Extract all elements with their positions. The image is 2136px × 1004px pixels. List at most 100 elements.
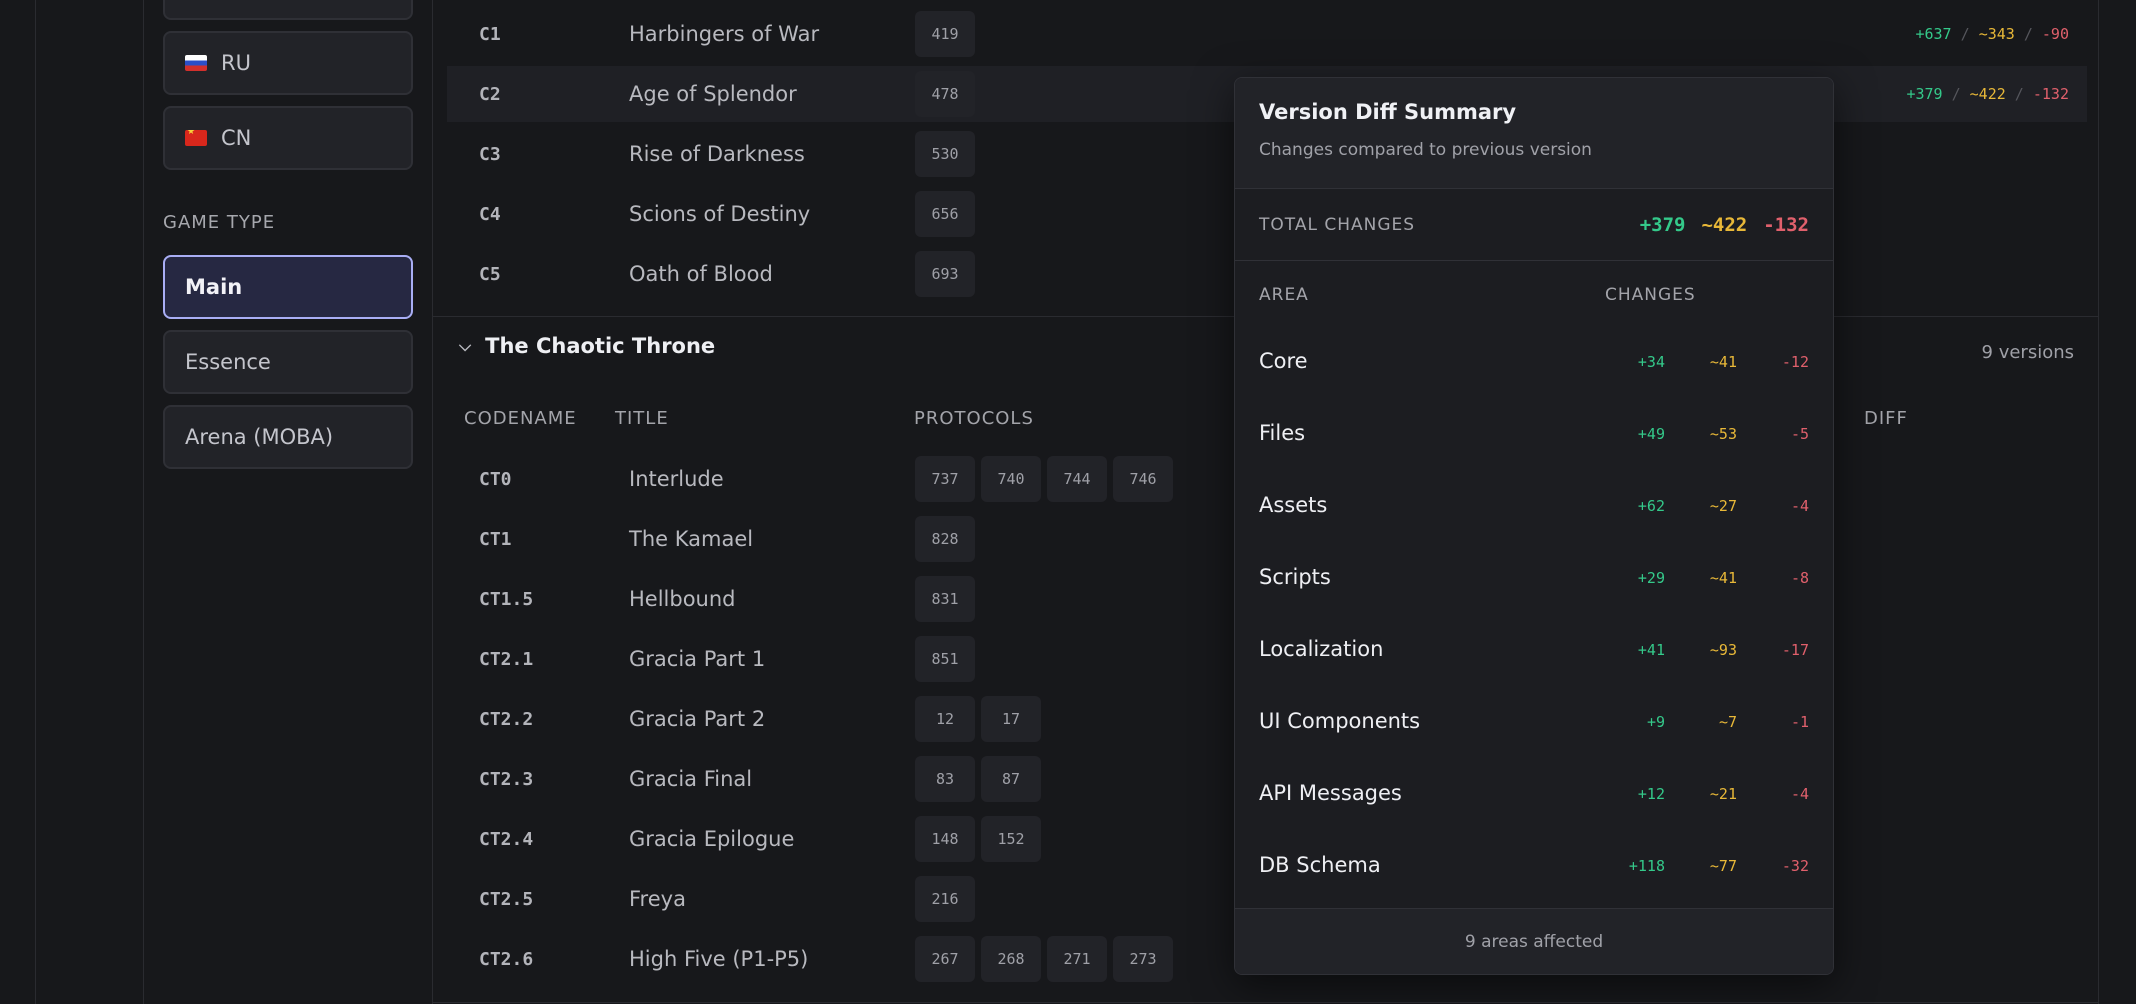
area-name: Scripts (1259, 565, 1331, 589)
protocol-badge[interactable]: 746 (1113, 456, 1173, 502)
protocol-badge[interactable]: 656 (915, 191, 975, 237)
area-changes: +34 ~41 -12 (1593, 353, 1809, 371)
protocol-badge[interactable]: 740 (981, 456, 1041, 502)
protocol-list: 216 (915, 876, 975, 922)
protocol-list: 831 (915, 576, 975, 622)
protocol-badge[interactable]: 17 (981, 696, 1041, 742)
version-codename: CT2.2 (479, 708, 534, 730)
area-column-header: AREA (1259, 285, 1309, 305)
region-button-ru[interactable]: RU (163, 31, 413, 95)
version-row[interactable]: C1 Harbingers of War 419 +637 / ~343 / -90 (447, 6, 2087, 62)
protocol-badge[interactable]: 12 (915, 696, 975, 742)
game-type-essence-button[interactable]: Essence (163, 330, 413, 394)
game-type-arena-button[interactable]: Arena (MOBA) (163, 405, 413, 469)
diff-removed: -132 (2032, 85, 2069, 103)
protocol-badge[interactable]: 478 (915, 71, 975, 117)
area-removed: -5 (1790, 425, 1809, 443)
version-codename: C2 (479, 83, 501, 105)
region-button-partial[interactable] (163, 0, 413, 20)
area-name: API Messages (1259, 781, 1402, 805)
protocol-badge[interactable]: 851 (915, 636, 975, 682)
area-name: DB Schema (1259, 853, 1381, 877)
total-modified: ~422 (1701, 213, 1748, 236)
game-type-main-button[interactable]: Main (163, 255, 413, 319)
popover-subtitle: Changes compared to previous version (1259, 140, 1592, 160)
area-added: +12 (1637, 785, 1665, 803)
protocol-badge[interactable]: 267 (915, 936, 975, 982)
version-title: Oath of Blood (629, 262, 773, 286)
area-removed: -12 (1781, 353, 1809, 371)
protocol-badge[interactable]: 530 (915, 131, 975, 177)
area-row: Files +49 ~53 -5 (1235, 399, 1833, 471)
area-row: API Messages +12 ~21 -4 (1235, 759, 1833, 831)
version-title: Gracia Epilogue (629, 827, 795, 851)
protocol-badge[interactable]: 693 (915, 251, 975, 297)
version-title: Hellbound (629, 587, 736, 611)
protocol-badge[interactable]: 148 (915, 816, 975, 862)
protocol-badge[interactable]: 87 (981, 756, 1041, 802)
sidebar: RU CN GAME TYPE Main Essence Arena (MOBA… (143, 0, 433, 1004)
protocol-list: 693 (915, 251, 975, 297)
area-name: UI Components (1259, 709, 1421, 733)
area-modified: ~41 (1709, 353, 1737, 371)
protocol-badge[interactable]: 273 (1113, 936, 1173, 982)
protocol-badge[interactable]: 831 (915, 576, 975, 622)
area-added: +9 (1646, 713, 1665, 731)
protocol-list: 478 (915, 71, 975, 117)
area-table-header: AREA CHANGES (1235, 261, 1833, 327)
version-title: Freya (629, 887, 686, 911)
group-title: The Chaotic Throne (485, 334, 716, 358)
column-header-protocols: PROTOCOLS (914, 408, 1034, 429)
area-name: Assets (1259, 493, 1328, 517)
version-title: High Five (P1-P5) (629, 947, 809, 971)
row-diff-summary[interactable]: +379 / ~422 / -132 (1906, 85, 2069, 103)
protocol-badge[interactable]: 828 (915, 516, 975, 562)
version-title: Gracia Final (629, 767, 753, 791)
row-diff-summary[interactable]: +637 / ~343 / -90 (1915, 25, 2069, 43)
protocol-list: 828 (915, 516, 975, 562)
area-row: Scripts +29 ~41 -8 (1235, 543, 1833, 615)
version-title: Gracia Part 2 (629, 707, 766, 731)
area-added: +41 (1637, 641, 1665, 659)
protocol-list: 530 (915, 131, 975, 177)
area-removed: -4 (1790, 497, 1809, 515)
version-diff-popover: Version Diff Summary Changes compared to… (1234, 77, 1834, 975)
version-title: Harbingers of War (629, 22, 820, 46)
diff-added: +637 (1915, 25, 1952, 43)
total-changes-values: +379 ~422 -132 (1640, 214, 1809, 236)
total-added: +379 (1639, 213, 1686, 236)
area-added: +34 (1637, 353, 1665, 371)
group-toggle[interactable]: ⌵ The Chaotic Throne (459, 334, 715, 358)
protocol-badge[interactable]: 271 (1047, 936, 1107, 982)
area-modified: ~77 (1709, 857, 1737, 875)
protocol-badge[interactable]: 419 (915, 11, 975, 57)
protocol-badge[interactable]: 268 (981, 936, 1041, 982)
area-changes: +49 ~53 -5 (1593, 425, 1809, 443)
version-title: The Kamael (629, 527, 754, 551)
area-changes: +29 ~41 -8 (1593, 569, 1809, 587)
protocol-badge[interactable]: 152 (981, 816, 1041, 862)
protocol-badge[interactable]: 744 (1047, 456, 1107, 502)
area-added: +49 (1637, 425, 1665, 443)
area-modified: ~7 (1718, 713, 1737, 731)
area-changes: +12 ~21 -4 (1593, 785, 1809, 803)
protocol-badge[interactable]: 737 (915, 456, 975, 502)
left-rail-divider (35, 0, 36, 1004)
area-added: +29 (1637, 569, 1665, 587)
protocol-badge[interactable]: 83 (915, 756, 975, 802)
area-changes: +118 ~77 -32 (1593, 857, 1809, 875)
area-modified: ~53 (1709, 425, 1737, 443)
area-removed: -1 (1790, 713, 1809, 731)
region-button-cn[interactable]: CN (163, 106, 413, 170)
area-row: UI Components +9 ~7 -1 (1235, 687, 1833, 759)
total-changes-label: TOTAL CHANGES (1259, 214, 1416, 235)
version-codename: CT2.6 (479, 948, 534, 970)
protocol-badge[interactable]: 216 (915, 876, 975, 922)
diff-added: +379 (1906, 85, 1943, 103)
version-codename: CT1.5 (479, 588, 534, 610)
version-codename: C3 (479, 143, 501, 165)
diff-modified: ~343 (1978, 25, 2015, 43)
area-changes: +41 ~93 -17 (1593, 641, 1809, 659)
game-type-heading: GAME TYPE (163, 212, 276, 233)
area-row: Localization +41 ~93 -17 (1235, 615, 1833, 687)
